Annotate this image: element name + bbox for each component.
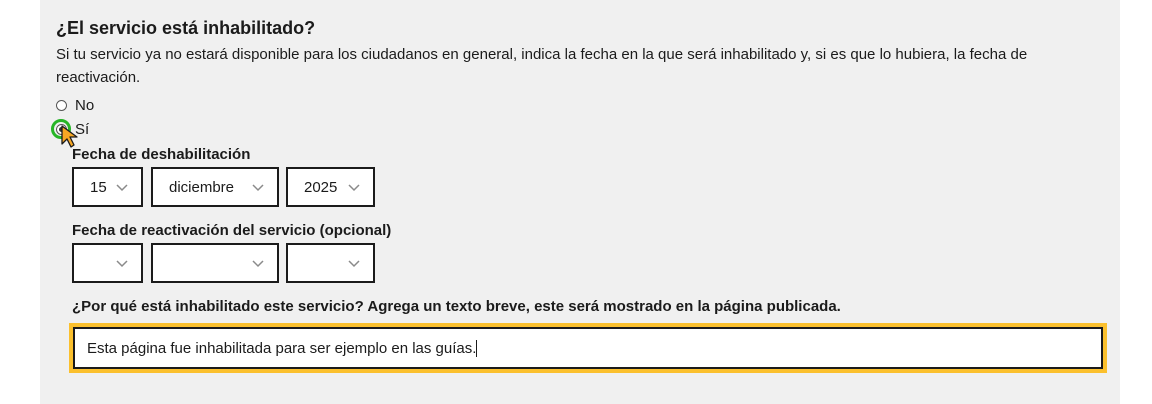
disable-month-value: diciembre [169, 178, 235, 196]
reactivation-date-label: Fecha de reactivación del servicio (opci… [72, 222, 392, 239]
chevron-down-icon [348, 184, 360, 192]
disable-year-select[interactable]: 2025 [286, 167, 375, 207]
chevron-down-icon [116, 260, 128, 268]
chevron-down-icon [348, 260, 360, 268]
reason-input-focus-ring[interactable]: Esta página fue inhabilitada para ser ej… [69, 323, 1107, 373]
radio-no-label: No [75, 97, 95, 114]
chevron-down-icon [116, 184, 128, 192]
reason-input-value: Esta página fue inhabilitada para ser ej… [87, 339, 477, 357]
reactivation-year-select[interactable] [286, 243, 375, 283]
disable-year-value: 2025 [304, 178, 338, 196]
disable-day-select[interactable]: 15 [72, 167, 143, 207]
reactivation-day-select[interactable] [72, 243, 143, 283]
text-caret [476, 339, 478, 357]
chevron-down-icon [252, 260, 264, 268]
chevron-down-icon [252, 184, 264, 192]
disable-date-label: Fecha de deshabilitación [72, 146, 251, 163]
section-title: ¿El servicio está inhabilitado? [56, 18, 316, 38]
reason-input[interactable]: Esta página fue inhabilitada para ser ej… [73, 327, 1103, 369]
section-description: Si tu servicio ya no estará disponible p… [56, 46, 1028, 86]
radio-no-input[interactable] [56, 100, 67, 111]
reactivation-month-select[interactable] [151, 243, 279, 283]
disable-month-select[interactable]: diciembre [151, 167, 279, 207]
radio-option-no[interactable]: No [56, 97, 94, 114]
disable-day-value: 15 [90, 178, 107, 196]
reason-label: ¿Por qué está inhabilitado este servicio… [72, 298, 841, 315]
